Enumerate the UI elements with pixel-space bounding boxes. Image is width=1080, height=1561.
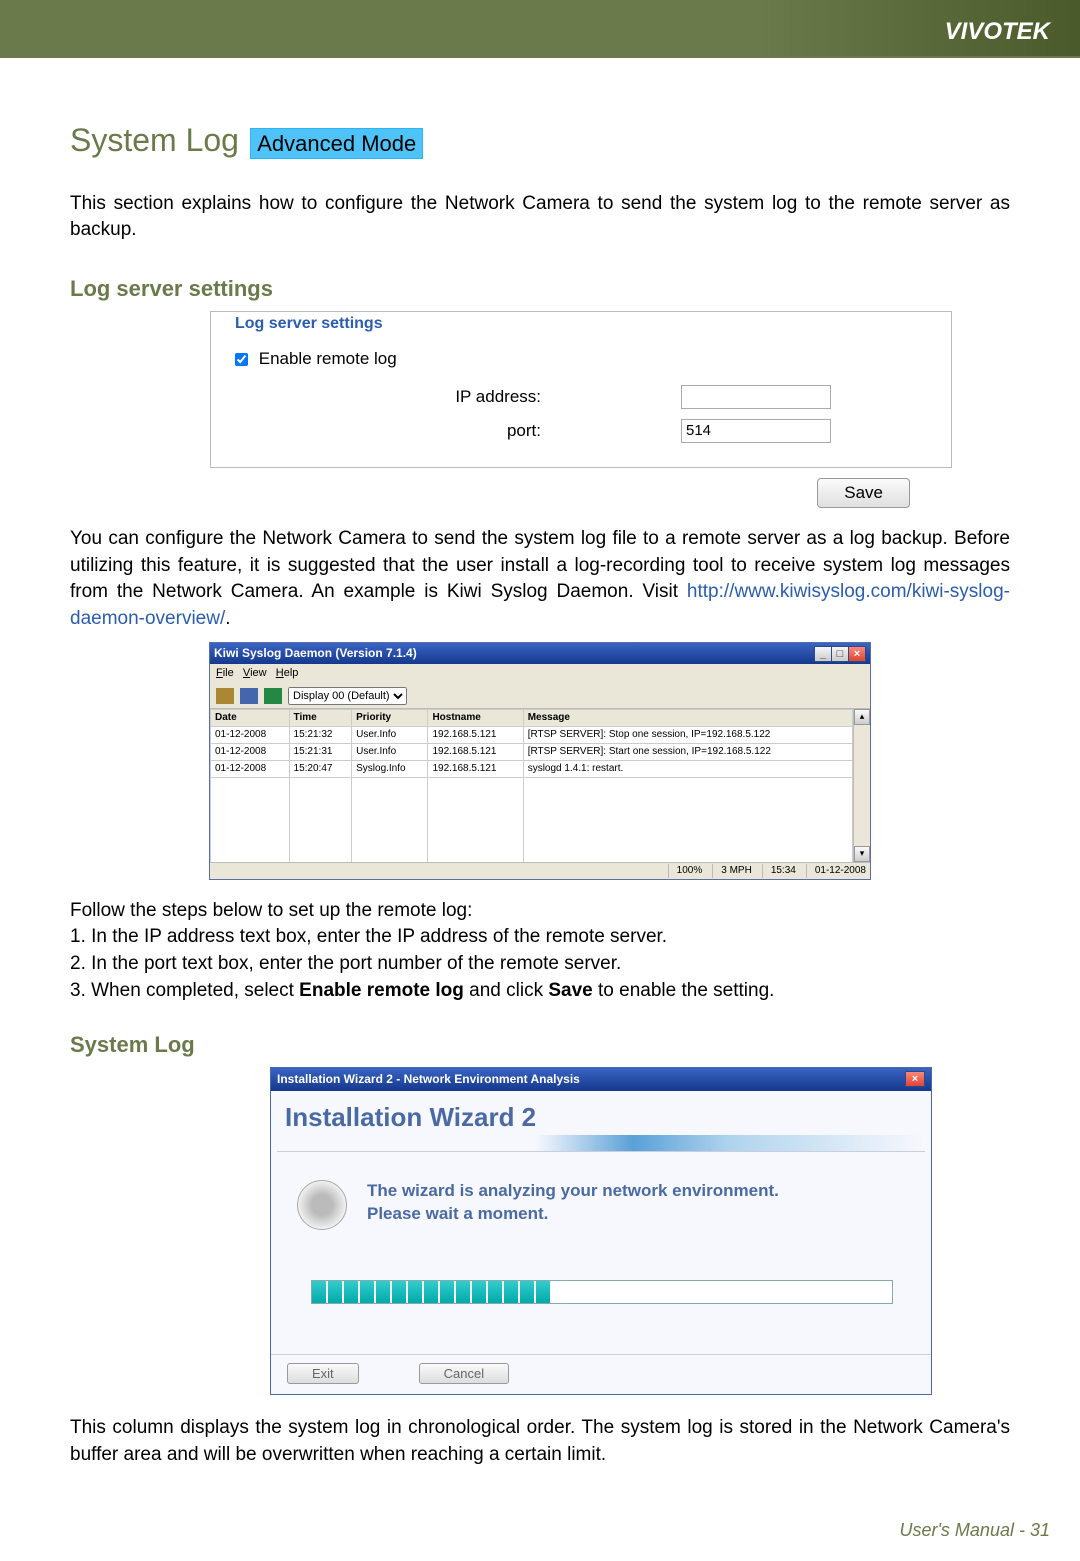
status-pct: 100%	[668, 864, 703, 878]
ip-label: IP address:	[231, 385, 681, 409]
status-rate: 3 MPH	[712, 864, 752, 878]
steps-intro: Follow the steps below to set up the rem…	[70, 898, 1010, 925]
menu-view[interactable]: View	[243, 667, 267, 679]
wizard-progressbar	[311, 1280, 893, 1304]
kiwi-toolbar: Display 00 (Default)	[210, 684, 870, 709]
kiwi-window-buttons: _□×	[815, 645, 866, 662]
wizard-exit-button[interactable]: Exit	[287, 1363, 359, 1384]
kiwi-statusbar: 100% 3 MPH 15:34 01-12-2008	[210, 862, 870, 879]
wizard-message: The wizard is analyzing your network env…	[367, 1180, 779, 1230]
header-divider	[0, 56, 1080, 58]
logserver-legend: Log server settings	[231, 313, 387, 335]
page-title: System Log	[70, 122, 239, 158]
col-priority: Priority	[352, 709, 428, 726]
scroll-up-icon[interactable]: ▴	[854, 709, 870, 725]
status-date: 01-12-2008	[806, 864, 866, 878]
col-message: Message	[523, 709, 852, 726]
menu-help[interactable]: Help	[276, 667, 299, 679]
col-time: Time	[289, 709, 352, 726]
status-time: 15:34	[762, 864, 796, 878]
kiwi-titlebar: Kiwi Syslog Daemon (Version 7.1.4) _□×	[210, 643, 870, 664]
table-row: 01-12-200815:20:47Syslog.Info192.168.5.1…	[211, 760, 853, 777]
step-3: 3. When completed, select Enable remote …	[70, 978, 1010, 1005]
wizard-heading: Installation Wizard 2	[271, 1091, 931, 1135]
step-2: 2. In the port text box, enter the port …	[70, 951, 1010, 978]
logserver-fieldset: Log server settings Enable remote log IP…	[210, 311, 952, 468]
wizard-cancel-button[interactable]: Cancel	[419, 1363, 509, 1384]
save-button[interactable]: Save	[817, 478, 910, 508]
toolbar-icon-3[interactable]	[264, 688, 282, 704]
wizard-titlebar: Installation Wizard 2 - Network Environm…	[271, 1068, 931, 1091]
logserver-heading: Log server settings	[70, 274, 1010, 305]
systemlog-heading: System Log	[70, 1030, 1010, 1061]
footer: User's Manual - 31	[0, 1498, 1080, 1561]
display-select[interactable]: Display 00 (Default)	[288, 687, 407, 705]
magnifier-icon	[297, 1180, 347, 1230]
wizard-title: Installation Wizard 2 - Network Environm…	[277, 1071, 580, 1088]
port-label: port:	[231, 419, 681, 443]
kiwi-scrollbar[interactable]: ▴ ▾	[853, 709, 870, 862]
col-date: Date	[211, 709, 290, 726]
backup-paragraph: You can configure the Network Camera to …	[70, 526, 1010, 632]
enable-remote-log-label: Enable remote log	[259, 349, 397, 368]
menu-file[interactable]: File	[216, 667, 234, 679]
intro-paragraph: This section explains how to configure t…	[70, 191, 1010, 244]
wizard-window: Installation Wizard 2 - Network Environm…	[270, 1067, 932, 1395]
maximize-icon[interactable]: □	[831, 646, 849, 662]
col-hostname: Hostname	[428, 709, 523, 726]
kiwi-menubar: File View Help	[210, 664, 870, 683]
enable-remote-log-checkbox[interactable]	[235, 353, 248, 366]
minimize-icon[interactable]: _	[814, 646, 832, 662]
kiwi-title: Kiwi Syslog Daemon (Version 7.1.4)	[214, 645, 417, 662]
header-brand: VIVOTEK	[0, 0, 1080, 56]
table-row: 01-12-200815:21:31User.Info192.168.5.121…	[211, 743, 853, 760]
port-input[interactable]	[681, 419, 831, 443]
toolbar-icon-1[interactable]	[216, 688, 234, 704]
ip-input[interactable]	[681, 385, 831, 409]
close-icon[interactable]: ×	[848, 646, 866, 662]
table-row: 01-12-200815:21:32User.Info192.168.5.121…	[211, 726, 853, 743]
scroll-down-icon[interactable]: ▾	[854, 846, 870, 862]
kiwi-window: Kiwi Syslog Daemon (Version 7.1.4) _□× F…	[209, 642, 871, 879]
kiwi-table: Date Time Priority Hostname Message 01-1…	[210, 709, 853, 862]
toolbar-icon-2[interactable]	[240, 688, 258, 704]
wizard-close-icon[interactable]: ×	[905, 1071, 925, 1087]
steps-block: Follow the steps below to set up the rem…	[70, 898, 1010, 1004]
systemlog-desc: This column displays the system log in c…	[70, 1415, 1010, 1468]
wizard-header-graphic	[277, 1135, 925, 1152]
step-1: 1. In the IP address text box, enter the…	[70, 924, 1010, 951]
mode-badge: Advanced Mode	[250, 128, 423, 159]
